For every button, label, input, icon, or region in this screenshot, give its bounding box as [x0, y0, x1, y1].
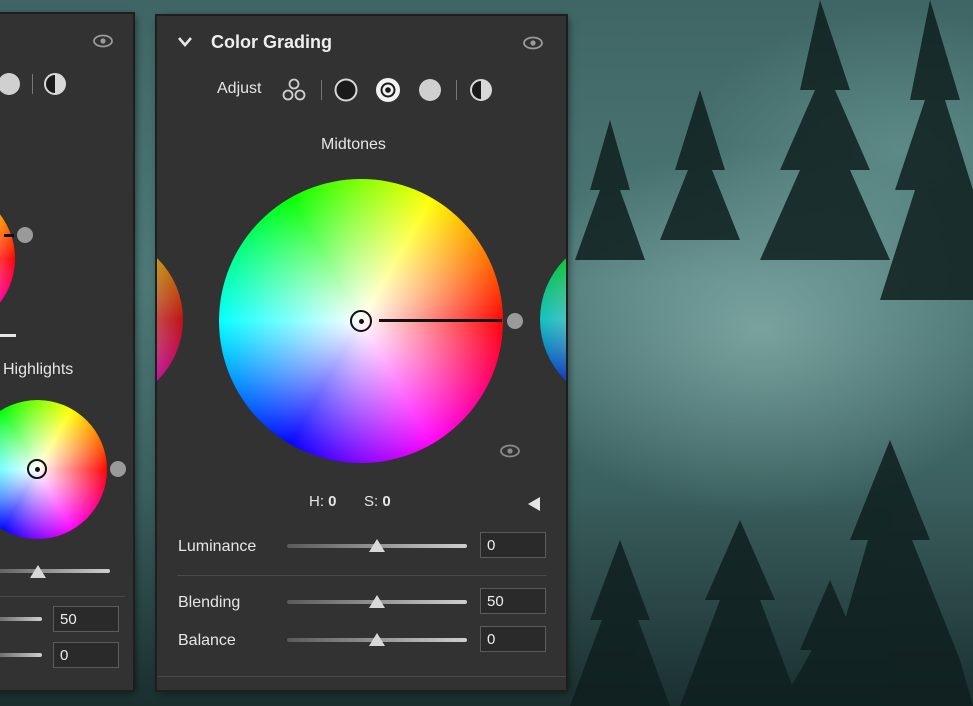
- saturation-label: S:: [364, 493, 379, 510]
- midtones-hue-line: [379, 319, 502, 322]
- blending-label: Blending: [178, 594, 241, 611]
- section-divider: [0, 596, 125, 597]
- midtones-saturation-knob[interactable]: [507, 313, 523, 329]
- slider-fragment: [0, 334, 16, 337]
- mode-separator: [32, 74, 33, 94]
- shadows-mode-icon[interactable]: [333, 77, 359, 103]
- highlights-wheel-target[interactable]: [27, 459, 47, 479]
- panel-title[interactable]: Color Grading: [211, 32, 332, 53]
- global-mode-icon[interactable]: [468, 77, 494, 103]
- shadows-hue-line: [4, 234, 14, 237]
- highlights-luminance-track[interactable]: [0, 569, 110, 573]
- expand-arrow-icon[interactable]: [528, 497, 540, 511]
- highlights-wheel-preview[interactable]: [540, 234, 566, 405]
- saturation-readout: S: 0: [364, 493, 391, 510]
- adjust-label: Adjust: [217, 80, 262, 97]
- blending-value-field[interactable]: 50: [480, 588, 546, 614]
- visibility-eye-icon[interactable]: [93, 34, 113, 48]
- collapse-chevron-icon[interactable]: [177, 35, 193, 49]
- highlights-saturation-knob[interactable]: [110, 461, 126, 477]
- hue-readout: H: 0: [309, 493, 337, 510]
- left-blending-track[interactable]: [0, 617, 42, 621]
- visibility-eye-icon[interactable]: [523, 36, 543, 50]
- balance-value-field[interactable]: 0: [480, 626, 546, 652]
- mode-separator: [456, 80, 457, 100]
- panel-bottom-divider: [157, 676, 566, 677]
- luminance-value-field[interactable]: 0: [480, 532, 546, 558]
- luminance-label: Luminance: [178, 538, 257, 555]
- section-divider: [177, 575, 547, 576]
- mode-separator: [321, 80, 322, 100]
- color-grading-panel: Color Grading Adjust Midtones H: 0 S: 0 …: [157, 16, 566, 690]
- highlights-luminance-thumb[interactable]: [30, 565, 46, 578]
- balance-thumb[interactable]: [369, 633, 385, 646]
- hue-label: H:: [309, 493, 324, 510]
- highlights-mode-icon[interactable]: [0, 71, 22, 97]
- midtones-mode-icon[interactable]: [375, 77, 401, 103]
- left-balance-track[interactable]: [0, 653, 42, 657]
- hue-value: 0: [328, 493, 337, 510]
- shadows-saturation-knob[interactable]: [17, 227, 33, 243]
- luminance-thumb[interactable]: [369, 539, 385, 552]
- wheel-visibility-eye-icon[interactable]: [500, 444, 520, 458]
- highlights-mode-icon[interactable]: [417, 77, 443, 103]
- left-balance-value-field[interactable]: 0: [53, 642, 119, 668]
- left-color-grading-panel: Highlights 50 0: [0, 14, 133, 690]
- three-way-icon[interactable]: [281, 77, 307, 103]
- left-blending-value-field[interactable]: 50: [53, 606, 119, 632]
- highlights-label: Highlights: [3, 361, 74, 378]
- highlights-color-wheel[interactable]: [0, 400, 107, 539]
- midtones-wheel-target[interactable]: [350, 310, 372, 332]
- shadows-wheel-preview[interactable]: [157, 234, 183, 405]
- saturation-value: 0: [382, 493, 391, 510]
- midtones-label: Midtones: [321, 136, 386, 153]
- global-mode-icon[interactable]: [42, 71, 68, 97]
- shadows-color-wheel[interactable]: [0, 186, 15, 331]
- blending-thumb[interactable]: [369, 595, 385, 608]
- balance-label: Balance: [178, 632, 236, 649]
